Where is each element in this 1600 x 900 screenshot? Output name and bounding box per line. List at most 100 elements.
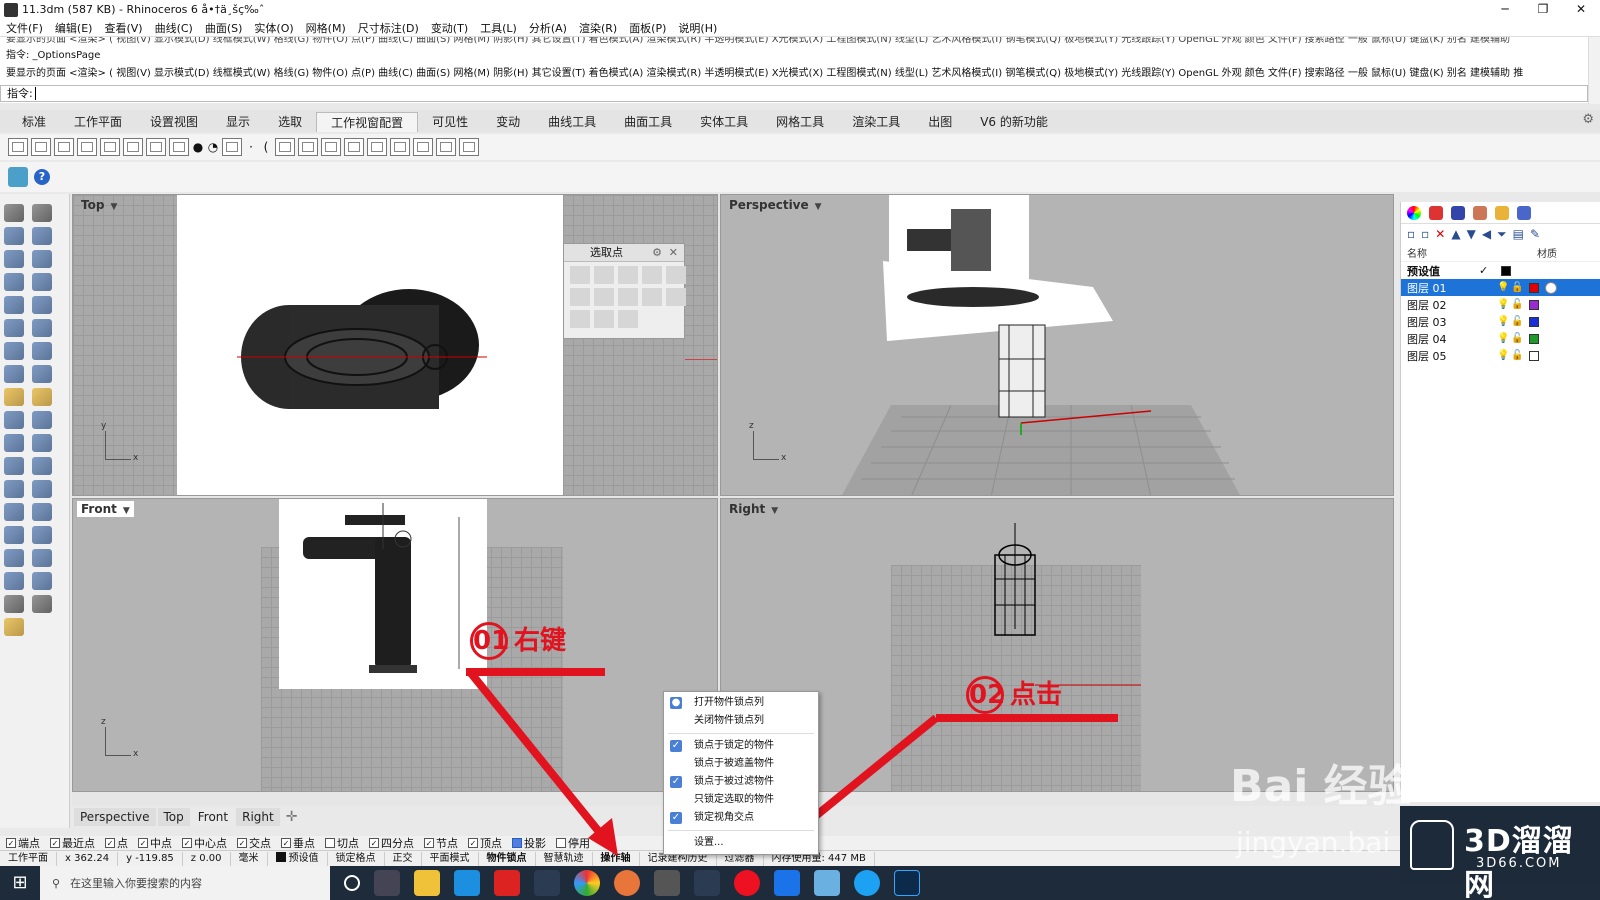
viewport-label-perspective[interactable]: Perspective ▼ [725,197,826,213]
scale-tool-icon[interactable] [4,480,24,498]
page-icon[interactable]: ▤ [1513,227,1524,241]
surface-tool-icon[interactable] [4,319,24,337]
menu-transform[interactable]: 变动(T) [431,20,468,36]
status-osnap[interactable]: 物件锁点 [479,851,536,866]
status-layer[interactable]: 预设值 [268,851,328,866]
lock-icon[interactable]: 🔓 [1511,333,1525,344]
chrome-icon[interactable] [574,870,600,896]
netease-music-icon[interactable] [734,870,760,896]
tab-solid-tools[interactable]: 实体工具 [686,112,762,132]
close-button[interactable]: ✕ [1562,0,1600,19]
lock-icon[interactable]: 🔓 [1511,316,1525,327]
rotate-tool-icon[interactable] [32,457,52,475]
new-sublayer-icon[interactable]: ▫ [1421,227,1429,241]
tab-standard[interactable]: 标准 [8,112,60,132]
menu-file[interactable]: 文件(F) [6,20,43,36]
notes-icon[interactable] [814,870,840,896]
layer-color-swatch[interactable] [1529,282,1539,293]
status-ortho[interactable]: 正交 [385,851,422,866]
help-icon[interactable]: ? [34,169,50,185]
viewport-perspective[interactable]: Perspective ▼ z x [720,194,1394,496]
tools-icon[interactable]: ✎ [1530,227,1540,241]
tab-drafting[interactable]: 出图 [914,112,966,132]
boolean-tool-icon[interactable] [32,342,52,360]
viewport-top[interactable]: Top ▼ y x 选取点 ⚙ ✕ [72,194,718,496]
menu-mesh[interactable]: 网格(M) [306,20,346,36]
circle-tool-icon[interactable] [4,250,24,268]
layer-color-swatch[interactable] [1501,265,1511,276]
layout-grid-icon[interactable] [321,138,341,156]
command-scrollbar[interactable] [1588,37,1600,104]
block-tool-icon[interactable] [32,503,52,521]
tab-render-tools[interactable]: 渲染工具 [838,112,914,132]
dimension-tool-icon[interactable] [4,526,24,544]
lock-icon[interactable]: 🔓 [1511,282,1525,293]
viewport-label-right[interactable]: Right ▼ [725,501,782,517]
close-icon[interactable]: ✕ [669,244,678,262]
lightbulb-icon[interactable]: 💡 [1497,350,1511,361]
analysis-tool-icon[interactable] [4,549,24,567]
layer-color-swatch[interactable] [1529,316,1539,327]
layer-row[interactable]: 图层 02 💡 🔓 [1401,296,1600,313]
select-points-icon[interactable] [570,310,590,328]
camera-icon[interactable] [413,138,433,156]
color-wheel-icon[interactable] [1407,205,1421,220]
paint-tool-icon[interactable] [4,618,24,636]
viewport-tab-top[interactable]: Top [157,808,190,826]
menu-panels[interactable]: 面板(P) [629,20,666,36]
light-tool-icon[interactable] [4,388,24,406]
osnap-checkbox[interactable]: ✓ 端点 [6,835,40,851]
surface-edit-tool-icon[interactable] [32,319,52,337]
status-cplane[interactable]: 工作平面 [0,851,57,866]
context-menu-item[interactable]: ✓ 锁点于锁定的物件 [664,737,818,755]
explode-tool-icon[interactable] [4,457,24,475]
menu-render[interactable]: 渲染(R) [579,20,617,36]
command-input[interactable]: 指令: [0,85,1588,102]
lock-icon[interactable]: 🔓 [1511,299,1525,310]
point-tool-icon[interactable] [32,204,52,222]
osnap-checkbox[interactable]: ✓ 四分点 [369,835,414,851]
four-viewports-icon[interactable] [8,138,28,156]
layout-properties-icon[interactable] [459,138,479,156]
chevron-down-icon[interactable]: ▼ [771,506,778,516]
lightbulb-icon[interactable]: 💡 [1497,282,1511,293]
menu-solid[interactable]: 实体(O) [254,20,293,36]
photoshop-icon[interactable] [894,870,920,896]
trim-tool-icon[interactable] [32,411,52,429]
mail-icon[interactable] [454,870,480,896]
osnap-checkbox[interactable]: ✓ 最近点 [50,835,95,851]
lock-icon[interactable]: 🔓 [1511,350,1525,361]
detail-view-icon[interactable] [344,138,364,156]
chevron-down-icon[interactable]: ▼ [110,202,117,212]
lightbulb-icon[interactable]: 💡 [1497,316,1511,327]
gear-icon[interactable]: ⚙ [652,244,662,262]
layer-color-swatch[interactable] [1529,350,1539,361]
split-viewport-icon[interactable] [31,138,51,156]
tab-select[interactable]: 选取 [264,112,316,132]
osnap-checkbox[interactable]: 切点 [325,835,359,851]
file-explorer-icon[interactable] [414,870,440,896]
menu-surface[interactable]: 曲面(S) [205,20,243,36]
split-vertical-icon[interactable] [123,138,143,156]
windows-start-icon[interactable]: ⊞ [0,866,40,900]
osnap-checkbox[interactable]: ✓ 节点 [424,835,458,851]
cylinder-tool-icon[interactable] [4,365,24,383]
maximize-button[interactable]: ❐ [1524,0,1562,19]
dot-icon[interactable]: · [245,138,257,156]
delete-layer-icon[interactable]: ✕ [1435,227,1445,241]
taskbar-search[interactable]: ⚲ 在这里输入你要搜索的内容 [40,866,330,900]
move-down-icon[interactable]: ▼ [1467,227,1476,241]
context-menu-item[interactable]: 关闭物件锁点列 [664,712,818,730]
mesh-tool-icon[interactable] [32,365,52,383]
polygon-tool-icon[interactable] [4,273,24,291]
grid-array-tool-icon[interactable] [32,549,52,567]
layer-color-swatch[interactable] [1529,333,1539,344]
task-view-icon[interactable] [374,870,400,896]
layer-row[interactable]: 图层 03 💡 🔓 [1401,313,1600,330]
context-menu-item[interactable]: 锁点于被遮盖物件 [664,755,818,773]
lightbulb-icon[interactable]: 💡 [1497,333,1511,344]
move-left-icon[interactable]: ◀ [1482,227,1491,241]
layout-copy-icon[interactable] [390,138,410,156]
tab-cplanes[interactable]: 工作平面 [60,112,136,132]
new-layout-icon[interactable] [298,138,318,156]
